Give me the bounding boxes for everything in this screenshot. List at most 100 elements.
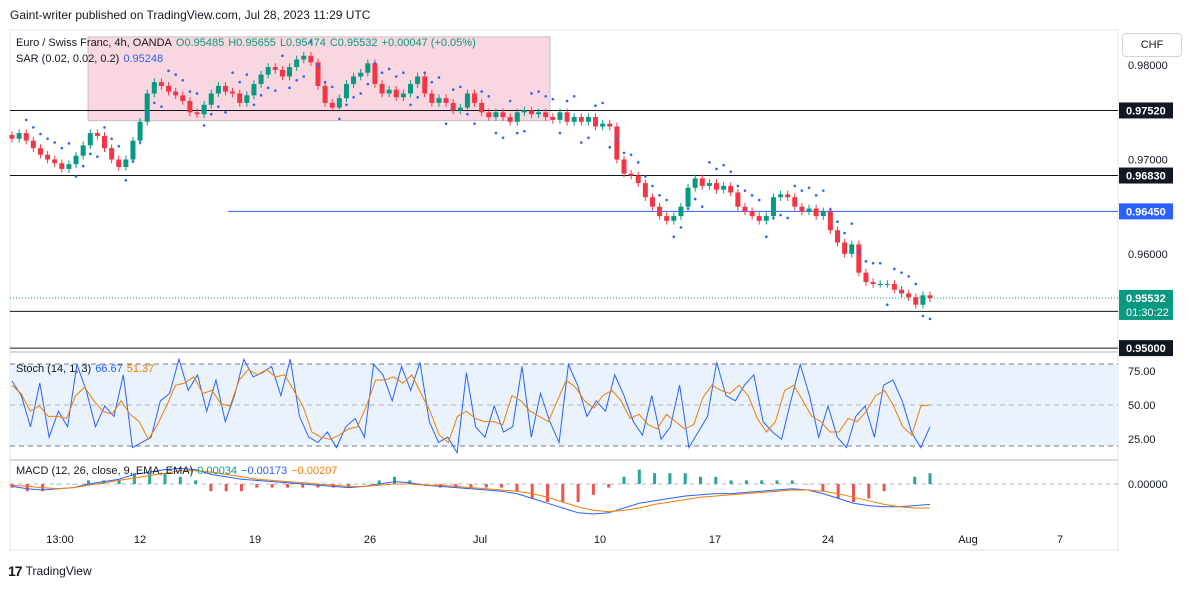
candle-body[interactable] xyxy=(222,85,228,92)
candle-body[interactable] xyxy=(258,74,264,85)
candle-body[interactable] xyxy=(279,69,285,77)
candle-body[interactable] xyxy=(87,133,93,146)
candle-body[interactable] xyxy=(521,110,527,113)
candle-body[interactable] xyxy=(109,148,115,160)
candle-body[interactable] xyxy=(479,102,485,113)
candle-body[interactable] xyxy=(863,272,869,283)
candle-body[interactable] xyxy=(379,84,385,94)
candle-body[interactable] xyxy=(386,89,392,94)
candle-body[interactable] xyxy=(685,187,691,207)
candle-body[interactable] xyxy=(749,211,755,217)
candle-body[interactable] xyxy=(194,112,200,115)
currency-button[interactable]: CHF xyxy=(1122,33,1182,57)
candle-body[interactable] xyxy=(472,93,478,103)
candle-body[interactable] xyxy=(792,197,798,207)
candle-body[interactable] xyxy=(9,134,15,139)
candle-body[interactable] xyxy=(429,93,435,103)
candle-body[interactable] xyxy=(714,183,720,190)
sar-legend[interactable]: SAR (0.02, 0.02, 0.2) 0.95248 xyxy=(16,53,167,65)
candle-body[interactable] xyxy=(706,183,712,186)
candle-body[interactable] xyxy=(408,84,414,94)
candle-body[interactable] xyxy=(721,185,727,190)
candle-body[interactable] xyxy=(678,206,684,217)
candle-body[interactable] xyxy=(272,67,278,70)
candle-body[interactable] xyxy=(842,242,848,254)
candle-body[interactable] xyxy=(884,283,890,285)
candle-body[interactable] xyxy=(770,197,776,217)
candle-body[interactable] xyxy=(415,76,421,85)
candle-body[interactable] xyxy=(799,206,805,212)
candle-body[interactable] xyxy=(856,244,862,273)
candle-body[interactable] xyxy=(756,216,762,221)
candle-body[interactable] xyxy=(870,282,876,284)
candle-body[interactable] xyxy=(144,93,150,122)
candle-body[interactable] xyxy=(215,85,221,94)
candle-body[interactable] xyxy=(593,117,599,127)
candle-body[interactable] xyxy=(742,206,748,212)
candle-body[interactable] xyxy=(180,95,186,102)
candle-body[interactable] xyxy=(557,112,563,120)
candle-body[interactable] xyxy=(585,117,591,122)
candle-body[interactable] xyxy=(728,185,734,193)
candle-body[interactable] xyxy=(827,211,833,231)
candle-body[interactable] xyxy=(301,55,307,60)
candle-body[interactable] xyxy=(927,295,933,299)
stoch-legend[interactable]: Stoch (14, 1, 3) 66.67 51.37 xyxy=(16,363,158,375)
candle-body[interactable] xyxy=(322,85,328,103)
candle-body[interactable] xyxy=(493,112,499,118)
candle-body[interactable] xyxy=(550,117,556,120)
candle-body[interactable] xyxy=(649,197,655,207)
candle-body[interactable] xyxy=(457,107,463,111)
candle-body[interactable] xyxy=(287,67,293,77)
candle-body[interactable] xyxy=(443,98,449,103)
candle-body[interactable] xyxy=(422,76,428,94)
candle-body[interactable] xyxy=(906,293,912,298)
candle-body[interactable] xyxy=(578,117,584,122)
candle-body[interactable] xyxy=(94,133,100,136)
candle-body[interactable] xyxy=(37,148,43,155)
candle-body[interactable] xyxy=(500,112,506,118)
candle-body[interactable] xyxy=(849,244,855,254)
candle-body[interactable] xyxy=(628,173,634,176)
candle-body[interactable] xyxy=(130,140,136,160)
candle-body[interactable] xyxy=(813,208,819,217)
candle-body[interactable] xyxy=(16,133,22,139)
candle-body[interactable] xyxy=(66,164,72,169)
price-chart[interactable]: 0.98000 0.97000 0.96000 0.97520 0.96830 0.964… xyxy=(0,0,1195,589)
candle-body[interactable] xyxy=(73,155,79,165)
candle-body[interactable] xyxy=(102,135,108,149)
candle-body[interactable] xyxy=(436,98,442,103)
candle-body[interactable] xyxy=(329,102,335,108)
candle-body[interactable] xyxy=(834,230,840,243)
candle-body[interactable] xyxy=(151,82,157,94)
candle-body[interactable] xyxy=(564,112,570,122)
candle-body[interactable] xyxy=(642,183,648,198)
candle-body[interactable] xyxy=(265,67,271,75)
candle-body[interactable] xyxy=(123,159,129,168)
candle-body[interactable] xyxy=(913,297,919,305)
candle-body[interactable] xyxy=(351,76,357,85)
candle-body[interactable] xyxy=(621,159,627,174)
candle-body[interactable] xyxy=(251,84,257,96)
candle-body[interactable] xyxy=(820,211,826,217)
candle-body[interactable] xyxy=(80,145,86,156)
candle-body[interactable] xyxy=(372,63,378,85)
candle-body[interactable] xyxy=(899,289,905,294)
candle-body[interactable] xyxy=(52,159,58,164)
candle-body[interactable] xyxy=(671,216,677,221)
candle-body[interactable] xyxy=(877,283,883,285)
candle-body[interactable] xyxy=(664,216,670,221)
candle-body[interactable] xyxy=(763,216,769,221)
candle-body[interactable] xyxy=(778,194,784,198)
candle-body[interactable] xyxy=(891,283,897,290)
candle-body[interactable] xyxy=(230,91,236,94)
candle-body[interactable] xyxy=(543,112,549,118)
candle-body[interactable] xyxy=(244,95,250,103)
candle-body[interactable] xyxy=(336,98,342,108)
candle-body[interactable] xyxy=(237,93,243,103)
candle-body[interactable] xyxy=(450,102,456,111)
candle-body[interactable] xyxy=(607,123,613,127)
candle-body[interactable] xyxy=(806,208,812,212)
candle-body[interactable] xyxy=(365,63,371,73)
candle-body[interactable] xyxy=(166,85,172,92)
